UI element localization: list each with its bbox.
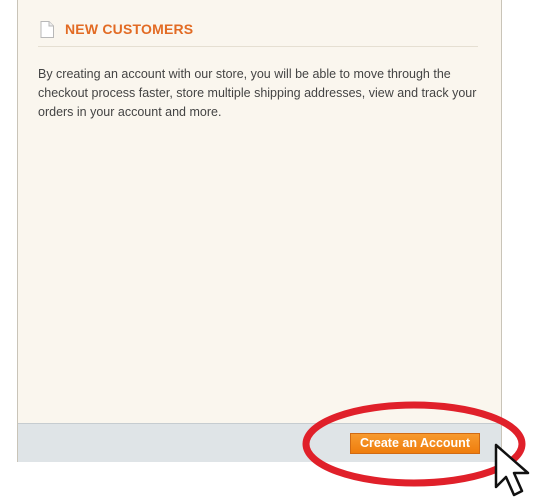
new-customers-panel: NEW CUSTOMERS By creating an account wit…: [17, 0, 502, 462]
create-account-button[interactable]: Create an Account: [350, 433, 480, 454]
panel-description: By creating an account with our store, y…: [38, 67, 477, 119]
button-bar: Create an Account: [18, 423, 501, 462]
page-stage: NEW CUSTOMERS By creating an account wit…: [0, 0, 538, 502]
document-icon: [40, 21, 54, 38]
panel-title: NEW CUSTOMERS: [65, 21, 194, 37]
panel-header: NEW CUSTOMERS: [38, 20, 478, 47]
